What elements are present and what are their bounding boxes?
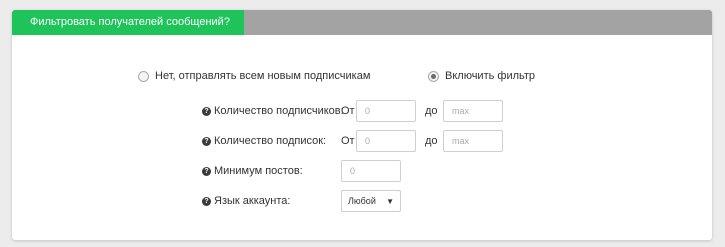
subscriptions-to-label: до <box>425 135 438 147</box>
subscriptions-label: Количество подписок: <box>214 135 327 147</box>
radio-enable-filter-circle[interactable] <box>428 70 439 82</box>
filter-panel: Фильтровать получателей сообщений? Нет, … <box>12 10 712 240</box>
chevron-down-icon: ▼ <box>386 197 394 206</box>
help-icon[interactable]: ? <box>202 167 211 176</box>
subscriptions-from-input[interactable] <box>356 130 416 152</box>
subscriptions-to-input[interactable] <box>443 130 503 152</box>
help-icon[interactable]: ? <box>202 107 211 116</box>
subscribers-label: Количество подписчиков: <box>214 105 344 117</box>
help-icon[interactable]: ? <box>202 197 211 206</box>
subscriptions-from-label: От <box>341 135 355 147</box>
language-select[interactable]: Любой ▼ <box>341 190 401 212</box>
subscribers-from-label: От <box>341 105 355 117</box>
radio-send-all[interactable]: Нет, отправлять всем новым подписчикам <box>138 68 370 84</box>
subscribers-to-input[interactable] <box>443 100 503 122</box>
panel-header: Фильтровать получателей сообщений? <box>12 10 712 35</box>
min-posts-input[interactable] <box>341 160 401 182</box>
language-label: Язык аккаунта: <box>214 195 291 207</box>
radio-enable-filter-label: Включить фильтр <box>445 70 536 82</box>
subscribers-to-label: до <box>425 105 438 117</box>
radio-send-all-circle[interactable] <box>138 70 149 82</box>
min-posts-label: Минимум постов: <box>214 165 303 177</box>
language-select-value: Любой <box>348 196 376 206</box>
radio-send-all-label: Нет, отправлять всем новым подписчикам <box>155 70 371 82</box>
radio-enable-filter[interactable]: Включить фильтр <box>428 68 535 84</box>
subscribers-from-input[interactable] <box>356 100 416 122</box>
help-icon[interactable]: ? <box>202 137 211 146</box>
panel-title: Фильтровать получателей сообщений? <box>12 10 244 35</box>
